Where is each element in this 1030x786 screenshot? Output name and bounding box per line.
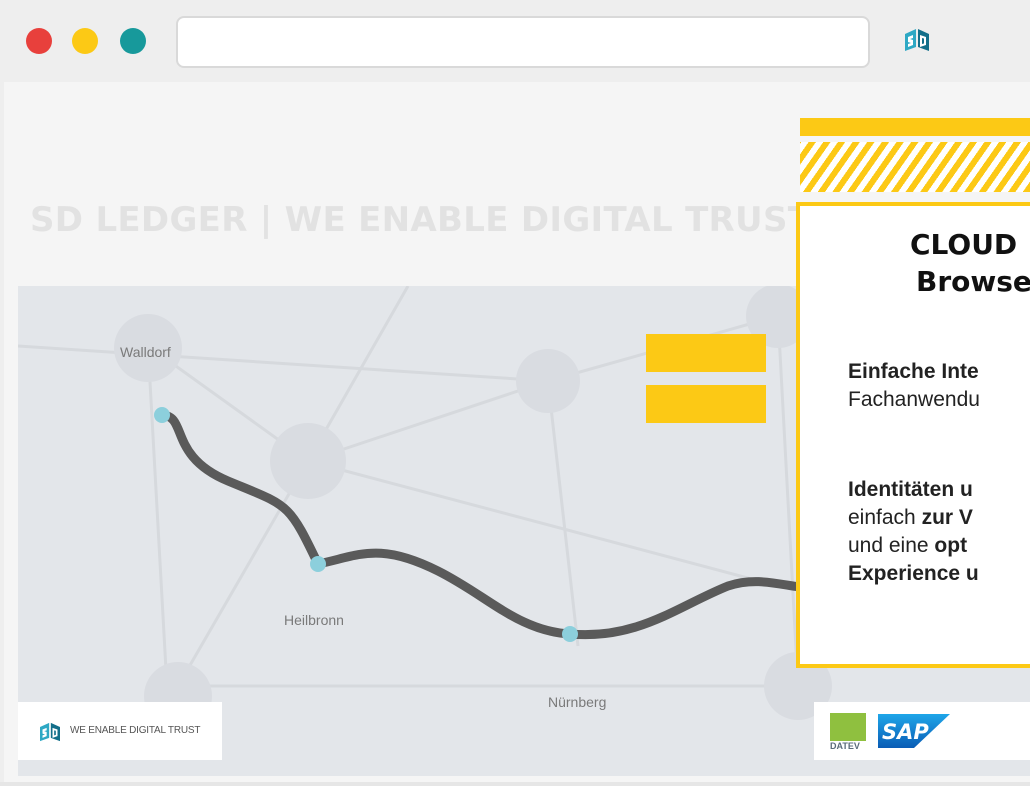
card-paragraph-identities: Identitäten u einfach zur V und eine opt… [848,478,979,585]
window-bottom-edge [0,782,1030,786]
route-node-heilbronn [310,556,326,572]
city-label-walldorf: Walldorf [120,344,171,360]
city-label-nuernberg: Nürnberg [548,694,607,710]
hatched-accent [800,142,1030,192]
maximize-window-button[interactable] [120,28,146,54]
menu-bar-top [646,334,766,372]
partner-logos: DATEV SAP [814,702,1030,760]
sd-ledger-logo-icon [40,722,60,742]
datev-logo: DATEV [830,713,866,751]
address-bar[interactable] [176,16,870,68]
hero-title: SD LEDGER | WE ENABLE DIGITAL TRUST [30,200,812,240]
info-card: CLOUD Browse Einfache Inte Fachanwendu I… [796,202,1030,668]
close-window-button[interactable] [26,28,52,54]
sd-ledger-logo-icon [905,29,929,51]
footer-brand-box: WE ENABLE DIGITAL TRUST [18,702,222,760]
card-title: CLOUD Browse [910,228,1030,298]
route-node-walldorf [154,407,170,423]
sap-logo: SAP [878,714,950,748]
svg-text:SAP: SAP [882,720,929,744]
card-paragraph-integration: Einfache Inte Fachanwendu [848,360,980,411]
route-line [157,410,813,640]
footer-tagline: WE ENABLE DIGITAL TRUST [70,725,201,736]
city-label-heilbronn: Heilbronn [284,612,344,628]
minimize-window-button[interactable] [72,28,98,54]
route-node-nuernberg [562,626,578,642]
accent-stripe [800,118,1030,136]
browser-chrome [0,0,1030,80]
menu-bar-bottom [646,385,766,423]
